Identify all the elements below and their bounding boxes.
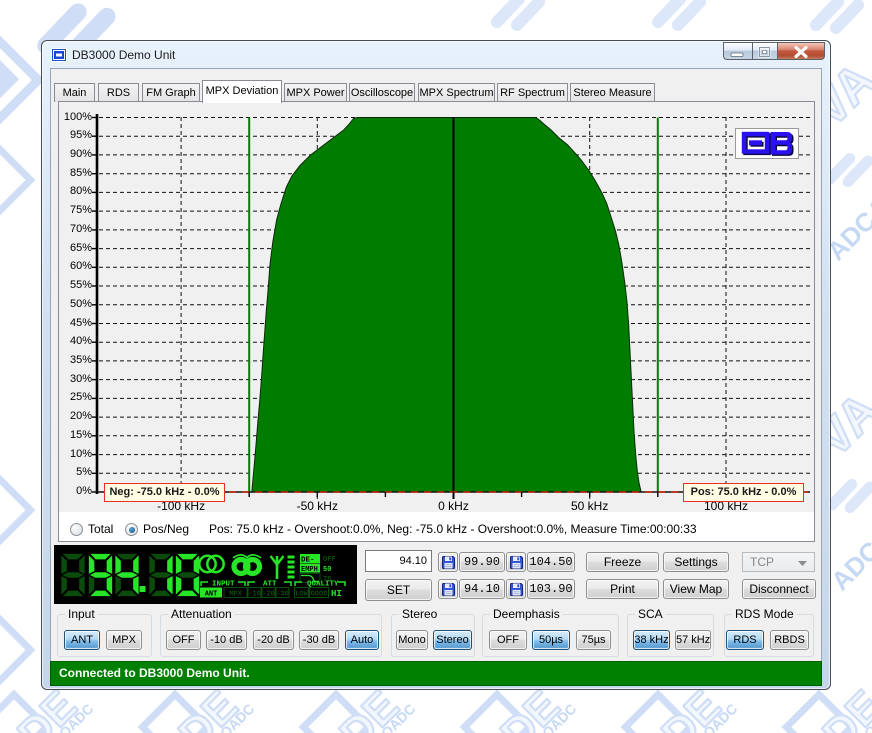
svg-text:-30: -30 [276,591,289,599]
svg-text:GOOD: GOOD [311,591,328,599]
svg-text:MPX: MPX [229,591,242,599]
svg-text:50: 50 [323,566,331,574]
svg-text:-20: -20 [262,591,275,599]
svg-text:DE-: DE- [301,557,315,565]
svg-text:EMPH: EMPH [301,566,318,574]
svg-text:HI: HI [331,589,342,599]
svg-text:ANT: ANT [205,591,218,599]
svg-text:OFF: OFF [323,556,336,564]
svg-text:-10: -10 [248,591,261,599]
svg-text:LOW: LOW [295,591,308,599]
